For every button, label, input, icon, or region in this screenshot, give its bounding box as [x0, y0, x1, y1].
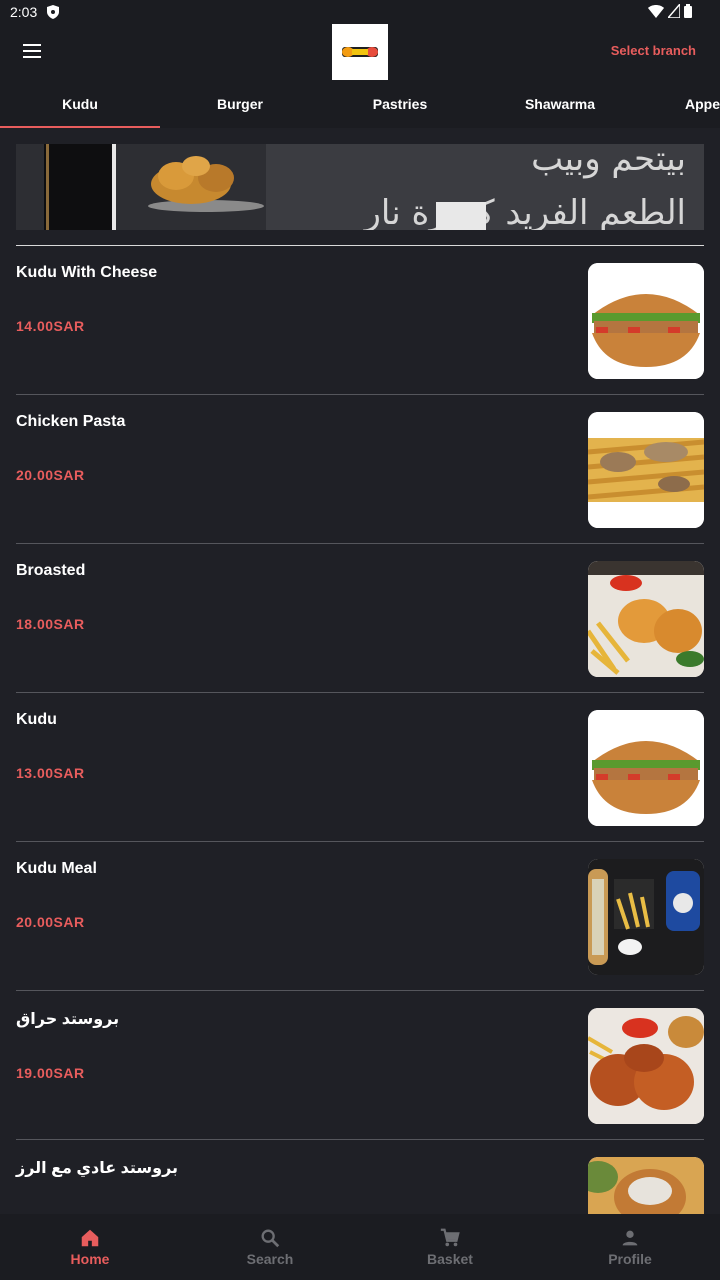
item-name: Kudu [16, 711, 57, 728]
battery-icon [684, 4, 692, 18]
bottom-navigation: Home Search Basket Profile [0, 1214, 720, 1280]
nav-label: Basket [427, 1251, 473, 1267]
list-item[interactable]: Kudu 13.00SAR [0, 693, 720, 842]
nav-label: Home [70, 1251, 110, 1267]
nav-profile[interactable]: Profile [540, 1214, 720, 1280]
tab-appetizers[interactable]: Appetizers [640, 80, 720, 128]
pasta-image [588, 412, 704, 528]
status-time: 2:03 [10, 4, 38, 20]
spicy-chicken-image [588, 1008, 704, 1124]
sandwich-image [588, 263, 704, 379]
list-item[interactable]: Kudu With Cheese 14.00SAR [0, 246, 720, 395]
signal-icon [668, 4, 680, 18]
item-name: Chicken Pasta [16, 413, 126, 430]
list-item[interactable]: Broasted 18.00SAR [0, 544, 720, 693]
item-name: Broasted [16, 562, 86, 579]
restaurant-logo [332, 24, 388, 80]
logo-image [342, 47, 378, 57]
tab-burger[interactable]: Burger [160, 80, 320, 128]
menu-list: Kudu With Cheese 14.00SAR Chicken Pasta … [0, 246, 720, 1280]
search-icon [261, 1229, 280, 1248]
meal-image [588, 859, 704, 975]
item-name: بروستد حراق [16, 1011, 120, 1028]
list-item[interactable]: بروستد حراق 19.00SAR [0, 991, 720, 1140]
banner-text-line1: بيتحم وبيب [531, 144, 686, 179]
nav-search[interactable]: Search [180, 1214, 360, 1280]
fried-chicken-image [588, 561, 704, 677]
item-price: 14.00SAR [16, 318, 85, 334]
app-bar: Select branch [0, 24, 720, 80]
item-price: 18.00SAR [16, 616, 85, 632]
banner-text-line2: الطعم الفريد كسرة نار [362, 193, 686, 230]
nav-label: Profile [608, 1251, 652, 1267]
home-icon [81, 1229, 99, 1247]
tab-pastries[interactable]: Pastries [320, 80, 480, 128]
sandwich-image [588, 710, 704, 826]
person-icon [622, 1230, 638, 1246]
category-tabs: Kudu Burger Pastries Shawarma Appetizers [0, 80, 720, 128]
nav-basket[interactable]: Basket [360, 1214, 540, 1280]
item-price: 20.00SAR [16, 467, 85, 483]
select-branch-button[interactable]: Select branch [611, 43, 696, 58]
item-price: 20.00SAR [16, 914, 85, 930]
cart-icon [440, 1228, 460, 1247]
nav-label: Search [246, 1251, 294, 1267]
status-bar: 2:03 [0, 0, 720, 24]
list-item[interactable]: Kudu Meal 20.00SAR [0, 842, 720, 991]
list-item[interactable]: Chicken Pasta 20.00SAR [0, 395, 720, 544]
shield-icon [47, 5, 60, 19]
item-name: Kudu With Cheese [16, 264, 158, 281]
nav-home[interactable]: Home [0, 1214, 180, 1280]
item-name: بروستد عادي مع الرز [16, 1160, 179, 1177]
menu-icon[interactable] [18, 40, 46, 64]
item-name: Kudu Meal [16, 860, 97, 877]
tab-shawarma[interactable]: Shawarma [480, 80, 640, 128]
item-price: 19.00SAR [16, 1065, 85, 1081]
banner-image: بيتحم وبيب الطعم الفريد كسرة نار [16, 144, 704, 230]
tab-kudu[interactable]: Kudu [0, 80, 160, 128]
status-icons [648, 4, 692, 18]
item-price: 13.00SAR [16, 765, 85, 781]
promo-banner[interactable]: بيتحم وبيب الطعم الفريد كسرة نار [16, 144, 704, 230]
wifi-icon [648, 5, 664, 18]
